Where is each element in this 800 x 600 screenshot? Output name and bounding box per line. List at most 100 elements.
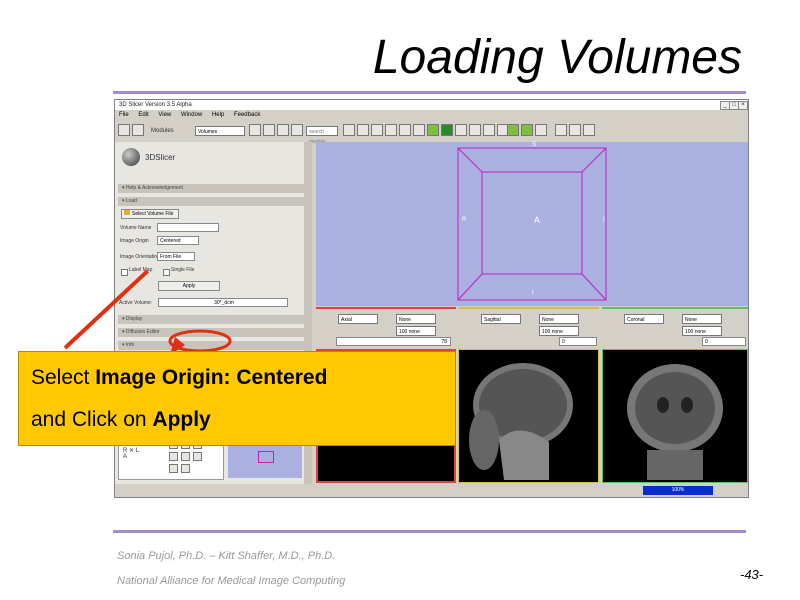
menu-file[interactable]: File — [119, 112, 129, 118]
image-orientation-select[interactable]: From File — [157, 252, 195, 261]
window-title: 3D Slicer Version 3.5 Alpha — [119, 102, 192, 108]
active-volume-select[interactable]: 30*_dcm — [158, 298, 288, 307]
place-icon[interactable] — [569, 124, 581, 136]
red-orientation-select[interactable]: Axial — [338, 314, 378, 324]
status-bar: 100% — [115, 484, 748, 497]
thumbnail-box — [258, 451, 274, 463]
image-origin-label: Image Origin — [120, 238, 149, 244]
layout-icon-3[interactable] — [455, 124, 467, 136]
green-fg-select[interactable]: None — [682, 314, 722, 324]
module-select[interactable]: Volumes — [195, 126, 245, 136]
fit-icon[interactable] — [169, 464, 178, 473]
view-icon-4[interactable] — [385, 124, 397, 136]
top-rule — [113, 91, 746, 94]
folder-icon — [124, 210, 130, 215]
slicer-logo-icon — [122, 148, 140, 166]
menu-help[interactable]: Help — [212, 112, 224, 118]
green-orientation-select[interactable]: Coronal — [624, 314, 664, 324]
layout-icon-4[interactable] — [469, 124, 481, 136]
view3d-label-r: R — [462, 217, 467, 223]
history-icon[interactable] — [277, 124, 289, 136]
apply-button[interactable]: Apply — [158, 281, 220, 291]
section-help[interactable]: Help & Acknowledgement — [118, 184, 304, 193]
yellow-slice-view[interactable] — [458, 349, 599, 483]
view3d-label-a: A — [534, 215, 541, 225]
image-origin-select[interactable]: Centered — [157, 236, 199, 245]
volume-name-label: Volume Name — [120, 225, 152, 231]
instruction-callout: Select Image Origin: Centered and Click … — [18, 351, 456, 446]
stereo-icon[interactable] — [193, 452, 202, 461]
camera-icon[interactable] — [169, 452, 178, 461]
single-file-checkbox[interactable] — [163, 269, 170, 276]
view-icon-5[interactable] — [399, 124, 411, 136]
green-slice-view[interactable] — [602, 349, 748, 483]
yellow-orientation-select[interactable]: Sagittal — [481, 314, 521, 324]
layout-icon-5[interactable] — [483, 124, 495, 136]
section-diffusion-editor[interactable]: Diffusion Editor — [118, 328, 304, 337]
layout-icon-1[interactable] — [427, 124, 439, 136]
footer-org: National Alliance for Medical Image Comp… — [117, 575, 346, 587]
label-map-label: Label Map — [129, 267, 153, 273]
3d-view[interactable]: S R A I I — [316, 142, 748, 306]
callout-line-1: Select Image Origin: Centered — [31, 366, 327, 390]
green-slice-slider[interactable]: 0 — [702, 337, 746, 346]
volume-name-field[interactable] — [157, 223, 219, 232]
callout-line-2-prefix: and Click on — [31, 408, 153, 431]
view-icon-2[interactable] — [357, 124, 369, 136]
menu-window[interactable]: Window — [181, 112, 202, 118]
next-module-icon[interactable] — [263, 124, 275, 136]
red-slice-controls: Axial None 100 none 78 — [316, 307, 456, 349]
center-icon[interactable] — [181, 464, 190, 473]
callout-line-1-bold: Image Origin: Centered — [95, 366, 328, 389]
callout-line-2: and Click on Apply — [31, 408, 211, 432]
menu-edit[interactable]: Edit — [138, 112, 148, 118]
view-icon-6[interactable] — [413, 124, 425, 136]
view3d-label-bottom: I — [532, 290, 534, 296]
select-volume-label: Select Volume File — [132, 211, 174, 217]
red-fg-select[interactable]: None — [396, 314, 436, 324]
modules-label: Modules — [151, 128, 174, 134]
window-titlebar: 3D Slicer Version 3.5 Alpha _ □ × — [115, 100, 748, 110]
section-info[interactable]: Info — [118, 341, 304, 350]
view3d-label-s: S — [532, 142, 537, 148]
red-opacity-select[interactable]: 100 none — [396, 326, 436, 336]
yellow-slice-controls: Sagittal None 100 none 0 — [459, 307, 599, 349]
rotate-icon[interactable] — [583, 124, 595, 136]
single-file-label: Single File — [171, 267, 195, 273]
callout-line-1-prefix: Select — [31, 366, 96, 389]
red-slice-slider[interactable]: 78 — [336, 337, 451, 346]
green-opacity-select[interactable]: 100 none — [682, 326, 722, 336]
label-map-checkbox[interactable] — [121, 269, 128, 276]
module-search-input[interactable]: search module — [306, 126, 338, 145]
section-display[interactable]: Display — [118, 315, 304, 324]
save-icon[interactable] — [535, 124, 547, 136]
green-slice-controls: Coronal None 100 none 0 — [602, 307, 748, 349]
menu-feedback[interactable]: Feedback — [234, 112, 260, 118]
image-orientation-label: Image Orientation — [120, 254, 160, 260]
yellow-slice-slider[interactable]: 0 — [559, 337, 597, 346]
slide-title: Loading Volumes — [372, 31, 742, 84]
data-icon[interactable] — [132, 124, 144, 136]
view-icon-3[interactable] — [371, 124, 383, 136]
view-icon-1[interactable] — [343, 124, 355, 136]
pointer-icon[interactable] — [555, 124, 567, 136]
undo-icon[interactable] — [507, 124, 519, 136]
progress-bar: 100% — [643, 486, 713, 495]
prev-module-icon[interactable] — [249, 124, 261, 136]
select-volume-file-button[interactable]: Select Volume File — [121, 209, 179, 219]
view3d-label-right: I — [603, 217, 605, 223]
snapshot-icon[interactable] — [181, 452, 190, 461]
home-icon[interactable] — [118, 124, 130, 136]
logo-text: 3DSlicer — [145, 153, 176, 162]
callout-line-2-bold: Apply — [152, 408, 211, 431]
bottom-rule — [113, 530, 746, 533]
redo-icon[interactable] — [521, 124, 533, 136]
menu-bar: File Edit View Window Help Feedback — [115, 110, 748, 120]
yellow-opacity-select[interactable]: 100 none — [539, 326, 579, 336]
close-icon[interactable]: × — [738, 101, 748, 110]
layout-icon-2[interactable] — [441, 124, 453, 136]
menu-view[interactable]: View — [158, 112, 171, 118]
yellow-fg-select[interactable]: None — [539, 314, 579, 324]
section-load[interactable]: Load — [118, 197, 304, 206]
refresh-icon[interactable] — [291, 124, 303, 136]
